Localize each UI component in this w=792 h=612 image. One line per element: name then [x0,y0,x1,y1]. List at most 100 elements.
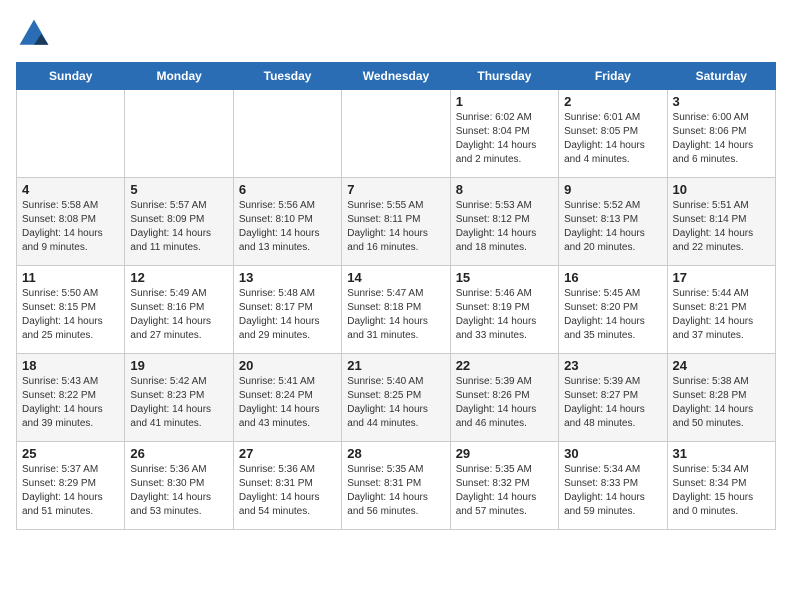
day-number: 20 [239,358,336,373]
day-info: Sunrise: 5:48 AM Sunset: 8:17 PM Dayligh… [239,287,336,343]
day-cell: 13Sunrise: 5:48 AM Sunset: 8:17 PM Dayli… [233,266,341,354]
day-info: Sunrise: 5:56 AM Sunset: 8:10 PM Dayligh… [239,199,336,255]
day-info: Sunrise: 5:35 AM Sunset: 8:31 PM Dayligh… [347,463,444,519]
day-cell [342,90,450,178]
day-cell: 7Sunrise: 5:55 AM Sunset: 8:11 PM Daylig… [342,178,450,266]
day-number: 6 [239,182,336,197]
day-cell: 25 Sunrise: 5:37 AM Sunset: 8:29 PM Dayli… [17,442,125,530]
day-number: 31 [673,446,770,461]
header-cell-thursday: Thursday [450,63,558,90]
day-cell: 3 Sunrise: 6:00 AM Sunset: 8:06 PM Daylig… [667,90,775,178]
day-number: 25 [22,446,119,461]
day-info: Sunrise: 5:55 AM Sunset: 8:11 PM Dayligh… [347,199,444,255]
day-number: 28 [347,446,444,461]
day-cell [17,90,125,178]
week-row-1: 1 Sunrise: 6:02 AM Sunset: 8:04 PM Daylig… [17,90,776,178]
week-row-5: 25 Sunrise: 5:37 AM Sunset: 8:29 PM Dayli… [17,442,776,530]
day-info: Sunrise: 5:36 AM Sunset: 8:30 PM Dayligh… [130,463,227,519]
day-number: 1 [456,94,553,109]
header-cell-friday: Friday [559,63,667,90]
calendar-table: SundayMondayTuesdayWednesdayThursdayFrid… [16,62,776,530]
day-number: 16 [564,270,661,285]
day-info: Sunrise: 5:34 AM Sunset: 8:33 PM Dayligh… [564,463,661,519]
day-info: Sunrise: 5:39 AM Sunset: 8:27 PM Dayligh… [564,375,661,431]
day-cell: 12Sunrise: 5:49 AM Sunset: 8:16 PM Dayli… [125,266,233,354]
day-cell: 20 Sunrise: 5:41 AM Sunset: 8:24 PM Dayli… [233,354,341,442]
header-cell-wednesday: Wednesday [342,63,450,90]
day-cell: 26 Sunrise: 5:36 AM Sunset: 8:30 PM Dayli… [125,442,233,530]
header-row: SundayMondayTuesdayWednesdayThursdayFrid… [17,63,776,90]
day-number: 4 [22,182,119,197]
day-number: 24 [673,358,770,373]
day-cell: 27Sunrise: 5:36 AM Sunset: 8:31 PM Dayli… [233,442,341,530]
day-info: Sunrise: 5:41 AM Sunset: 8:24 PM Dayligh… [239,375,336,431]
day-info: Sunrise: 5:51 AM Sunset: 8:14 PM Dayligh… [673,199,770,255]
day-cell: 28 Sunrise: 5:35 AM Sunset: 8:31 PM Dayli… [342,442,450,530]
day-cell: 14 Sunrise: 5:47 AM Sunset: 8:18 PM Dayli… [342,266,450,354]
day-cell: 19Sunrise: 5:42 AM Sunset: 8:23 PM Dayli… [125,354,233,442]
day-cell: 2 Sunrise: 6:01 AM Sunset: 8:05 PM Daylig… [559,90,667,178]
day-cell: 16 Sunrise: 5:45 AM Sunset: 8:20 PM Dayli… [559,266,667,354]
day-cell: 21 Sunrise: 5:40 AM Sunset: 8:25 PM Dayli… [342,354,450,442]
day-cell [125,90,233,178]
day-number: 5 [130,182,227,197]
day-number: 15 [456,270,553,285]
day-info: Sunrise: 5:42 AM Sunset: 8:23 PM Dayligh… [130,375,227,431]
day-cell: 18 Sunrise: 5:43 AM Sunset: 8:22 PM Dayli… [17,354,125,442]
day-number: 14 [347,270,444,285]
day-info: Sunrise: 6:00 AM Sunset: 8:06 PM Dayligh… [673,111,770,167]
day-number: 11 [22,270,119,285]
calendar-body: 1 Sunrise: 6:02 AM Sunset: 8:04 PM Daylig… [17,90,776,530]
day-number: 18 [22,358,119,373]
day-cell: 9 Sunrise: 5:52 AM Sunset: 8:13 PM Daylig… [559,178,667,266]
day-cell: 4 Sunrise: 5:58 AM Sunset: 8:08 PM Daylig… [17,178,125,266]
day-number: 29 [456,446,553,461]
day-info: Sunrise: 5:53 AM Sunset: 8:12 PM Dayligh… [456,199,553,255]
day-cell: 17 Sunrise: 5:44 AM Sunset: 8:21 PM Dayli… [667,266,775,354]
day-info: Sunrise: 5:37 AM Sunset: 8:29 PM Dayligh… [22,463,119,519]
day-number: 17 [673,270,770,285]
day-number: 10 [673,182,770,197]
day-info: Sunrise: 5:40 AM Sunset: 8:25 PM Dayligh… [347,375,444,431]
day-cell: 24Sunrise: 5:38 AM Sunset: 8:28 PM Dayli… [667,354,775,442]
week-row-4: 18 Sunrise: 5:43 AM Sunset: 8:22 PM Dayli… [17,354,776,442]
day-info: Sunrise: 6:01 AM Sunset: 8:05 PM Dayligh… [564,111,661,167]
day-info: Sunrise: 5:34 AM Sunset: 8:34 PM Dayligh… [673,463,770,519]
day-number: 9 [564,182,661,197]
week-row-3: 11Sunrise: 5:50 AM Sunset: 8:15 PM Dayli… [17,266,776,354]
day-number: 30 [564,446,661,461]
page-wrapper: SundayMondayTuesdayWednesdayThursdayFrid… [16,16,776,530]
day-info: Sunrise: 5:43 AM Sunset: 8:22 PM Dayligh… [22,375,119,431]
day-cell: 10 Sunrise: 5:51 AM Sunset: 8:14 PM Dayli… [667,178,775,266]
day-cell: 22 Sunrise: 5:39 AM Sunset: 8:26 PM Dayli… [450,354,558,442]
day-cell: 23 Sunrise: 5:39 AM Sunset: 8:27 PM Dayli… [559,354,667,442]
day-info: Sunrise: 5:52 AM Sunset: 8:13 PM Dayligh… [564,199,661,255]
day-info: Sunrise: 5:57 AM Sunset: 8:09 PM Dayligh… [130,199,227,255]
day-cell: 8Sunrise: 5:53 AM Sunset: 8:12 PM Daylig… [450,178,558,266]
day-info: Sunrise: 5:46 AM Sunset: 8:19 PM Dayligh… [456,287,553,343]
day-cell: 15 Sunrise: 5:46 AM Sunset: 8:19 PM Dayli… [450,266,558,354]
day-info: Sunrise: 5:58 AM Sunset: 8:08 PM Dayligh… [22,199,119,255]
day-number: 3 [673,94,770,109]
day-info: Sunrise: 5:45 AM Sunset: 8:20 PM Dayligh… [564,287,661,343]
day-cell: 1 Sunrise: 6:02 AM Sunset: 8:04 PM Daylig… [450,90,558,178]
header-cell-saturday: Saturday [667,63,775,90]
day-cell: 6 Sunrise: 5:56 AM Sunset: 8:10 PM Daylig… [233,178,341,266]
day-cell: 11Sunrise: 5:50 AM Sunset: 8:15 PM Dayli… [17,266,125,354]
day-number: 12 [130,270,227,285]
day-info: Sunrise: 5:35 AM Sunset: 8:32 PM Dayligh… [456,463,553,519]
day-number: 27 [239,446,336,461]
day-info: Sunrise: 6:02 AM Sunset: 8:04 PM Dayligh… [456,111,553,167]
day-number: 2 [564,94,661,109]
day-number: 26 [130,446,227,461]
day-cell [233,90,341,178]
header-cell-sunday: Sunday [17,63,125,90]
day-cell: 5 Sunrise: 5:57 AM Sunset: 8:09 PM Daylig… [125,178,233,266]
day-info: Sunrise: 5:39 AM Sunset: 8:26 PM Dayligh… [456,375,553,431]
day-number: 21 [347,358,444,373]
day-number: 22 [456,358,553,373]
day-info: Sunrise: 5:47 AM Sunset: 8:18 PM Dayligh… [347,287,444,343]
day-number: 23 [564,358,661,373]
header-cell-monday: Monday [125,63,233,90]
day-info: Sunrise: 5:44 AM Sunset: 8:21 PM Dayligh… [673,287,770,343]
